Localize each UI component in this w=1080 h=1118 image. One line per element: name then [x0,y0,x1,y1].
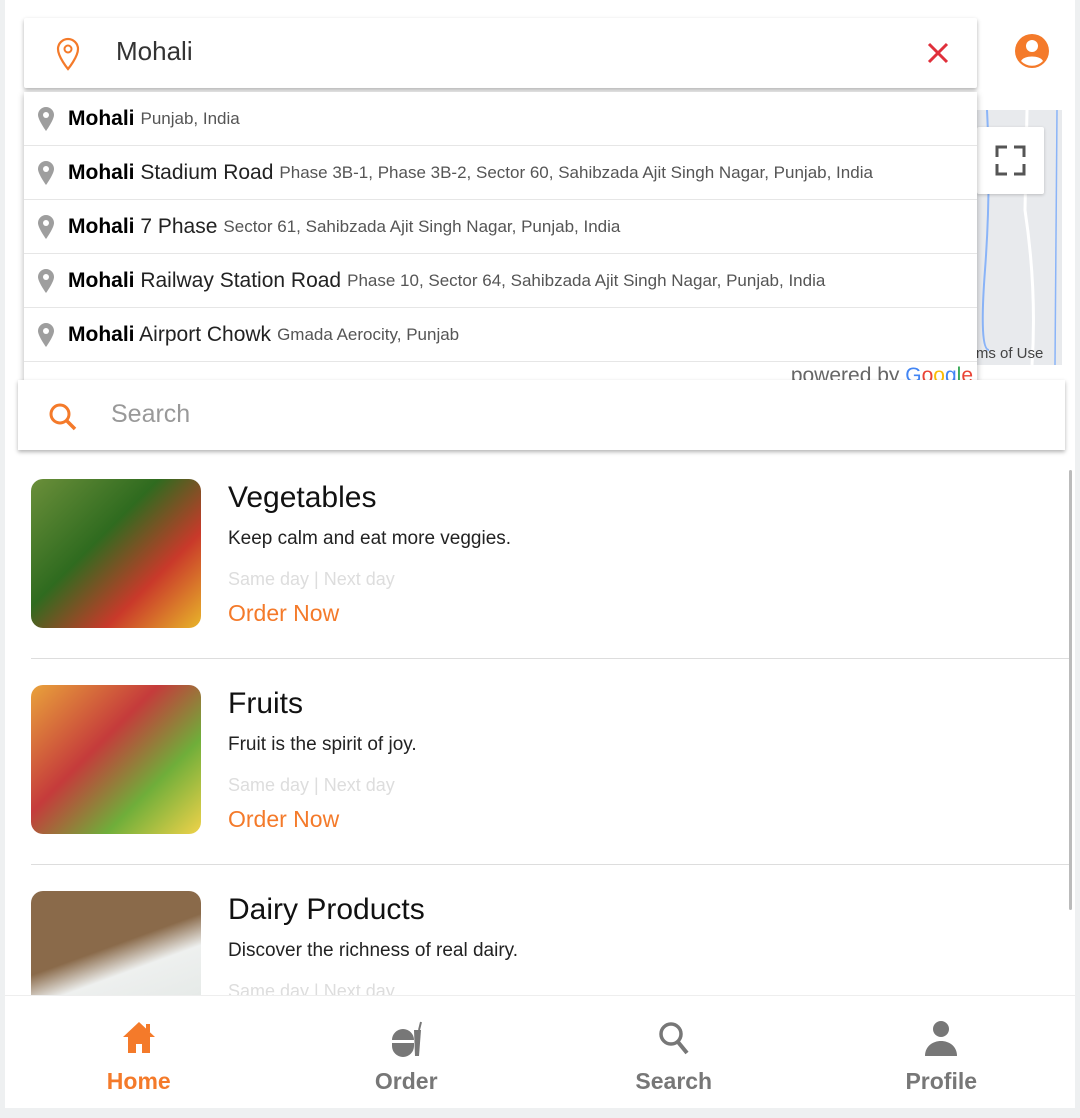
category-desc: Fruit is the spirit of joy. [228,734,417,755]
category-desc: Discover the richness of real dairy. [228,940,519,961]
suggestion-main: Mohali Stadium Road [68,160,274,184]
suggestion-secondary: Phase 10, Sector 64, Sahibzada Ajit Sing… [347,270,826,290]
delivery-options: Same day | Next day [228,775,395,795]
app: Terms of Use MohaliPunjab, IndiaMohali S… [5,0,1075,1108]
category-image[interactable] [31,685,201,834]
location-input[interactable] [116,36,816,67]
close-icon[interactable] [927,42,949,64]
category-title: Fruits [228,687,303,720]
nav-home[interactable]: Home [5,996,273,1108]
suggestion-item[interactable]: Mohali Railway Station Road Phase 10, Sec… [24,254,977,308]
suggestion-secondary: Punjab, India [140,108,240,128]
category-image[interactable] [31,479,201,628]
autocomplete-dropdown: Mohali Punjab, India Mohali Stadium Road Ph… [24,92,977,390]
category-desc: Keep calm and eat more veggies. [228,528,512,549]
location-bar [24,18,977,88]
nav-label: Order [374,1068,438,1094]
map-marker-icon [38,106,54,131]
suggestion-item[interactable]: Mohali Airport Chowk Gmada Aerocity, Punj… [24,308,977,362]
location-pin-icon [56,37,80,71]
order-now-link[interactable]: Order Now [228,600,339,627]
category-title: Vegetables [228,481,377,514]
suggestion-main: Mohali [68,106,135,130]
divider [31,864,1071,865]
suggestion-main: Mohali 7 Phase [68,214,218,238]
category-card[interactable]: Vegetables Keep calm and eat more veggie… [31,479,1071,685]
suggestion-secondary: Gmada Aerocity, Punjab [277,324,460,344]
divider [31,658,1071,659]
search-icon [659,1022,689,1055]
nav-label: Profile [905,1068,978,1094]
delivery-options: Same day | Next day [228,569,395,589]
map-terms-link[interactable]: Terms of Use [955,345,1043,362]
suggestion-item[interactable]: Mohali Punjab, India [24,92,977,146]
order-now-link[interactable]: Order Now [228,806,339,833]
scrollbar[interactable] [1069,470,1072,910]
nav-order[interactable]: Order [273,996,541,1108]
nav-search[interactable]: Search [540,996,808,1108]
search-bar [18,380,1065,450]
fullscreen-button[interactable] [977,127,1044,194]
home-icon [122,1022,155,1053]
suggestion-main: Mohali Airport Chowk [68,322,272,346]
map-marker-icon [38,268,54,293]
suggestion-secondary: Phase 3B-1, Phase 3B-2, Sector 60, Sahib… [279,162,873,182]
suggestion-item[interactable]: Mohali Stadium Road Phase 3B-1, Phase 3B-… [24,146,977,200]
food-order-icon [392,1021,423,1057]
nav-label: Search [635,1068,713,1094]
nav-label: Home [106,1068,171,1094]
suggestion-item[interactable]: Mohali 7 Phase Sector 61, Sahibzada Ajit … [24,200,977,254]
fullscreen-icon [995,145,1026,176]
map-marker-icon [38,160,54,185]
search-icon [49,403,77,431]
category-card[interactable]: Fruits Fruit is the spirit of joy. Same … [31,685,1071,891]
person-icon [925,1021,958,1056]
suggestion-main: Mohali Railway Station Road [68,268,342,292]
nav-profile[interactable]: Profile [808,996,1076,1108]
account-circle-icon[interactable] [1014,33,1050,69]
category-title: Dairy Products [228,893,425,926]
map-marker-icon [38,214,54,239]
bottom-nav: Home Order Search Profile [5,995,1075,1108]
suggestion-secondary: Sector 61, Sahibzada Ajit Singh Nagar, P… [223,216,621,236]
map-marker-icon [38,322,54,347]
search-input[interactable] [111,400,911,429]
